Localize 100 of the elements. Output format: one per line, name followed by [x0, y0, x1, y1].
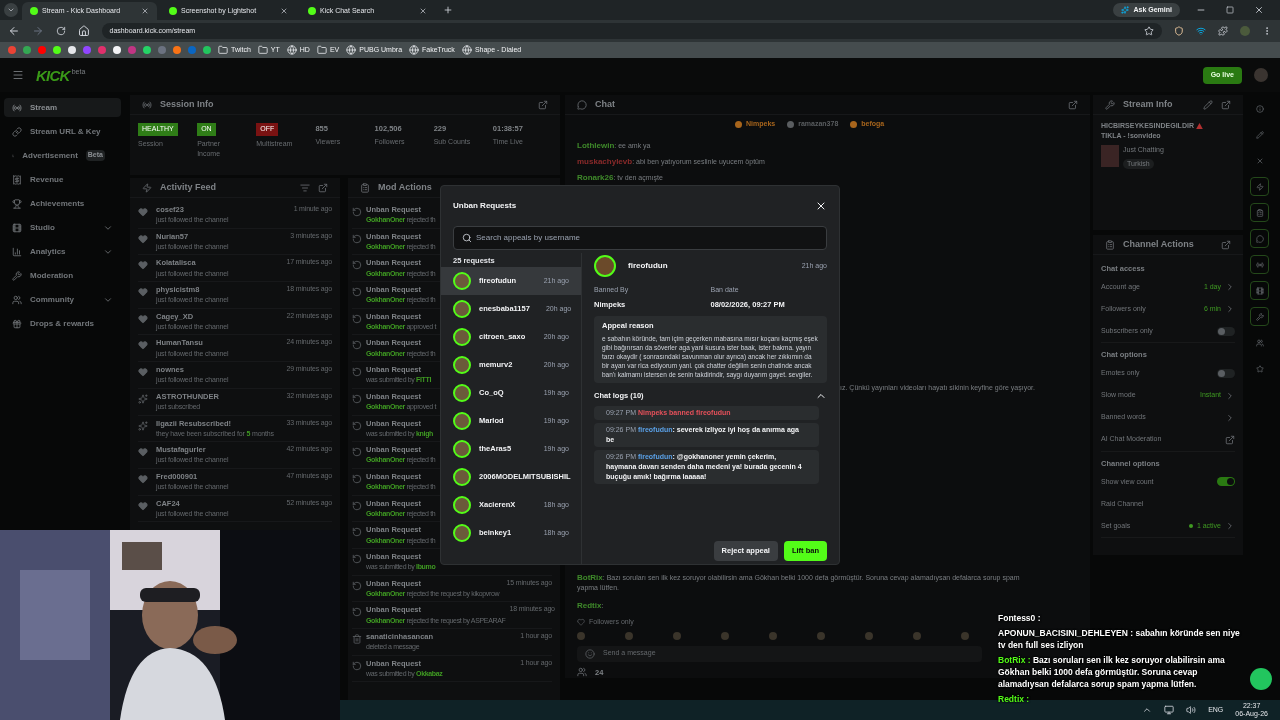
sidebar-item[interactable]: Community [4, 290, 121, 309]
heart-icon [138, 500, 148, 511]
chevron-icon[interactable] [1225, 412, 1235, 423]
chevron-icon [7, 6, 15, 14]
sidebar-item[interactable]: Studio [4, 218, 121, 237]
trash-icon [352, 634, 362, 644]
user-avatar [453, 272, 471, 290]
menu-icon[interactable] [12, 69, 24, 81]
emote-icon[interactable] [961, 631, 969, 640]
toggle-switch[interactable] [1217, 326, 1235, 336]
toggle-switch[interactable] [1217, 369, 1235, 378]
chevron-icon[interactable] [1225, 304, 1235, 315]
wrench-icon [1105, 99, 1115, 110]
heart-icon [138, 340, 148, 351]
filter-icon[interactable] [300, 182, 310, 193]
toggle-switch[interactable] [1217, 477, 1235, 487]
home-icon[interactable] [77, 25, 90, 37]
rail-button[interactable] [1250, 255, 1269, 274]
history-icon [352, 607, 362, 618]
extension-icon[interactable] [1196, 26, 1207, 36]
rail-button[interactable] [1250, 203, 1269, 222]
popout-icon[interactable] [1225, 434, 1235, 445]
bolt-icon [142, 182, 152, 193]
history-icon [352, 500, 362, 511]
overlay-chat-message: APONUN_BACISINI_DEHLEYEN : sabahın köründe sen niye tv den full ses izliyon [998, 627, 1241, 651]
close-icon[interactable] [1254, 5, 1264, 15]
chevron-icon[interactable] [1225, 390, 1235, 401]
popout-icon[interactable] [318, 182, 328, 193]
avatar[interactable] [1254, 68, 1268, 82]
kick-logo[interactable]: KICK [36, 67, 70, 83]
sidebar-item[interactable]: Stream URL & Key [4, 122, 121, 141]
popout-icon[interactable] [1221, 239, 1231, 250]
back-icon[interactable] [8, 25, 20, 37]
extension-icon[interactable] [1174, 26, 1185, 36]
emote-icon[interactable] [865, 631, 873, 640]
search-field[interactable]: Search appeals by username [453, 226, 827, 250]
rail-button[interactable] [1250, 307, 1269, 326]
dialog-title: Unban Requests [453, 200, 517, 212]
sidebar-item[interactable]: Achievements [4, 194, 121, 213]
popout-icon[interactable] [1221, 99, 1231, 110]
category-thumbnail [1101, 145, 1119, 167]
globe-icon [286, 45, 297, 55]
bookmark-star-icon[interactable] [1144, 26, 1155, 36]
sparkle-icon [138, 393, 148, 404]
chevron-icon[interactable] [1225, 282, 1235, 293]
rail-icon [1255, 104, 1264, 113]
rail-button[interactable] [1250, 229, 1269, 248]
heart-icon [138, 287, 148, 298]
history-icon [352, 260, 362, 271]
network-icon[interactable] [1164, 705, 1175, 715]
chat-icon [577, 99, 587, 110]
history-icon [352, 207, 362, 217]
warning-icon [1195, 123, 1203, 129]
user-avatar [453, 356, 471, 374]
emoji-icon [585, 648, 595, 659]
history-icon [352, 367, 362, 378]
emote-icon[interactable] [769, 631, 777, 640]
rail-icon [1255, 338, 1264, 347]
volume-icon[interactable] [1186, 705, 1197, 715]
close-icon[interactable] [815, 200, 827, 212]
extensions-icon[interactable] [1218, 26, 1229, 36]
rail-button[interactable] [1250, 177, 1269, 196]
tab-list-button[interactable] [4, 3, 18, 17]
history-icon [352, 287, 362, 298]
reload-icon[interactable] [55, 26, 66, 36]
tray-icon[interactable] [1142, 705, 1153, 715]
sidebar-item[interactable]: Drops & rewards [4, 314, 121, 333]
history-icon [352, 553, 362, 564]
user-avatar [453, 524, 471, 542]
folder-icon [257, 45, 268, 55]
user-avatar [453, 412, 471, 430]
emote-icon[interactable] [913, 631, 921, 640]
overlay-chat-message: Fontess0 : [998, 612, 1041, 624]
forward-icon[interactable] [31, 25, 44, 37]
rail-icon [1255, 130, 1264, 139]
chevron-icon[interactable] [1225, 520, 1235, 531]
popout-icon[interactable] [538, 99, 548, 110]
sidebar-item[interactable]: Revenue [4, 170, 121, 189]
sidebar-item[interactable]: Stream [4, 98, 121, 117]
maximize-icon[interactable] [1226, 6, 1234, 14]
emote-icon[interactable] [673, 631, 681, 640]
history-icon [352, 527, 362, 538]
sidebar-item[interactable]: Moderation [4, 266, 121, 285]
clipboard-icon [360, 182, 370, 193]
rail-icon [1255, 312, 1264, 321]
emote-icon[interactable] [625, 631, 633, 640]
broadcast-icon [142, 99, 152, 110]
history-icon [352, 340, 362, 351]
edit-icon[interactable] [1203, 99, 1213, 110]
emote-icon[interactable] [817, 631, 825, 640]
profile-avatar[interactable] [1240, 26, 1251, 36]
heart-icon [138, 313, 148, 324]
sidebar-item[interactable]: Analytics [4, 242, 121, 261]
history-icon [352, 660, 362, 671]
popout-icon[interactable] [1068, 99, 1078, 110]
rail-button[interactable] [1250, 281, 1269, 300]
emote-icon[interactable] [577, 631, 585, 640]
new-tab-icon[interactable] [443, 5, 453, 15]
user-avatar [453, 384, 471, 402]
emote-icon[interactable] [721, 631, 729, 640]
